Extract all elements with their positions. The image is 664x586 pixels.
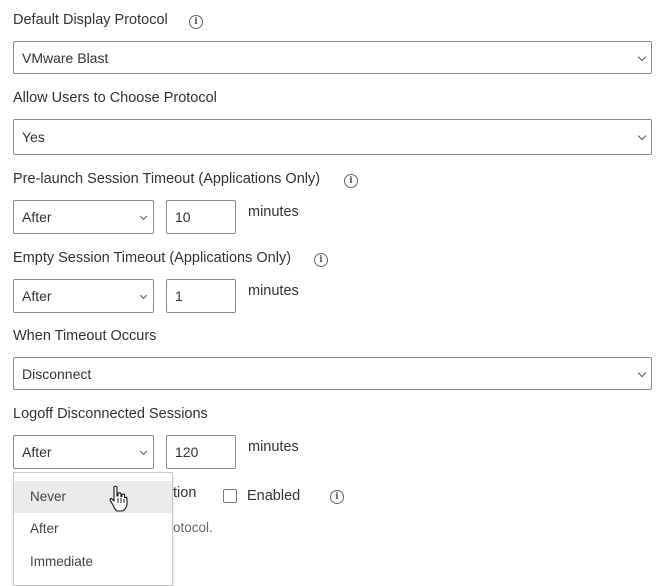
prelaunch-timeout-value: 10 xyxy=(175,209,191,225)
hidden-note-fragment: otocol. xyxy=(173,520,213,535)
prelaunch-timeout-unit: minutes xyxy=(248,204,299,220)
allow-choose-protocol-value: Yes xyxy=(22,129,45,145)
chevron-down-icon xyxy=(637,52,647,61)
info-icon[interactable]: i xyxy=(344,174,358,188)
chevron-down-icon xyxy=(139,212,148,221)
logoff-disconnected-input[interactable]: 120 xyxy=(166,435,236,469)
prelaunch-timeout-mode-select[interactable]: After xyxy=(13,200,154,234)
hidden-setting-label-fragment: tion xyxy=(173,485,197,501)
empty-session-timeout-mode-value: After xyxy=(22,288,52,304)
chevron-down-icon xyxy=(637,368,647,377)
default-display-protocol-label: Default Display Protocol xyxy=(13,12,168,28)
dropdown-option-never[interactable]: Never xyxy=(14,481,172,513)
logoff-mode-dropdown-list: Never After Immediate xyxy=(13,472,173,586)
when-timeout-occurs-select[interactable]: Disconnect xyxy=(13,357,652,390)
logoff-disconnected-mode-select[interactable]: After xyxy=(13,435,154,469)
default-display-protocol-value: VMware Blast xyxy=(22,49,109,66)
info-icon[interactable]: i xyxy=(330,490,344,504)
logoff-disconnected-label: Logoff Disconnected Sessions xyxy=(13,406,208,422)
dropdown-option-after[interactable]: After xyxy=(14,513,172,545)
allow-choose-protocol-select[interactable]: Yes xyxy=(13,119,652,155)
empty-session-timeout-unit: minutes xyxy=(248,283,299,299)
empty-session-timeout-value: 1 xyxy=(175,288,183,304)
empty-session-timeout-label: Empty Session Timeout (Applications Only… xyxy=(13,250,292,266)
chevron-down-icon xyxy=(637,131,647,141)
chevron-down-icon xyxy=(139,447,148,456)
when-timeout-occurs-value: Disconnect xyxy=(22,365,92,382)
info-icon[interactable]: i xyxy=(314,253,328,267)
prelaunch-timeout-label: Pre-launch Session Timeout (Applications… xyxy=(13,171,321,187)
when-timeout-occurs-label: When Timeout Occurs xyxy=(13,328,157,344)
info-icon[interactable]: i xyxy=(189,15,203,29)
logoff-disconnected-mode-value: After xyxy=(22,444,52,460)
chevron-down-icon xyxy=(139,291,148,300)
enabled-checkbox-label: Enabled xyxy=(247,488,301,504)
empty-session-timeout-input[interactable]: 1 xyxy=(166,279,236,313)
hand-pointer-icon xyxy=(109,485,128,512)
dropdown-option-immediate[interactable]: Immediate xyxy=(14,546,172,578)
logoff-disconnected-unit: minutes xyxy=(248,439,299,455)
allow-choose-protocol-label: Allow Users to Choose Protocol xyxy=(13,90,217,106)
prelaunch-timeout-mode-value: After xyxy=(22,209,52,225)
prelaunch-timeout-input[interactable]: 10 xyxy=(166,200,236,234)
empty-session-timeout-mode-select[interactable]: After xyxy=(13,279,154,313)
default-display-protocol-select[interactable]: VMware Blast xyxy=(13,41,652,74)
enabled-checkbox[interactable] xyxy=(223,489,237,503)
logoff-disconnected-value: 120 xyxy=(175,444,199,460)
